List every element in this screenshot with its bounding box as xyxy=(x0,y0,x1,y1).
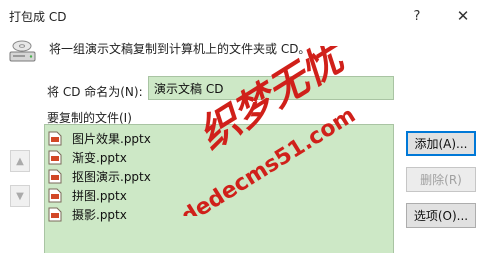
options-button[interactable]: 选项(O)... xyxy=(406,203,476,228)
file-name: 抠图演示.pptx xyxy=(72,170,151,184)
add-button[interactable]: 添加(A)... xyxy=(406,131,476,156)
close-button[interactable]: ✕ xyxy=(449,4,477,28)
cd-drive-icon xyxy=(9,40,36,62)
file-name: 图片效果.pptx xyxy=(72,132,151,146)
remove-button[interactable]: 删除(R) xyxy=(406,167,476,192)
pptx-file-icon xyxy=(48,150,62,165)
move-down-button[interactable]: ▼ xyxy=(10,185,30,207)
window-title: 打包成 CD xyxy=(9,10,67,24)
file-name: 拼图.pptx xyxy=(72,189,127,203)
title-bar: 打包成 CD ? ✕ xyxy=(0,0,486,30)
move-up-button[interactable]: ▲ xyxy=(10,150,30,172)
file-name: 摄影.pptx xyxy=(72,208,127,222)
pptx-file-icon xyxy=(48,188,62,203)
pptx-file-icon xyxy=(48,207,62,222)
cd-name-label: 将 CD 命名为(N): xyxy=(47,85,143,99)
pptx-file-icon xyxy=(48,131,62,146)
help-button[interactable]: ? xyxy=(403,4,431,28)
file-name: 渐变.pptx xyxy=(72,151,127,165)
pptx-file-icon xyxy=(48,169,62,184)
watermark-logo: 织梦无忧 dedecms51.com xyxy=(177,46,360,216)
